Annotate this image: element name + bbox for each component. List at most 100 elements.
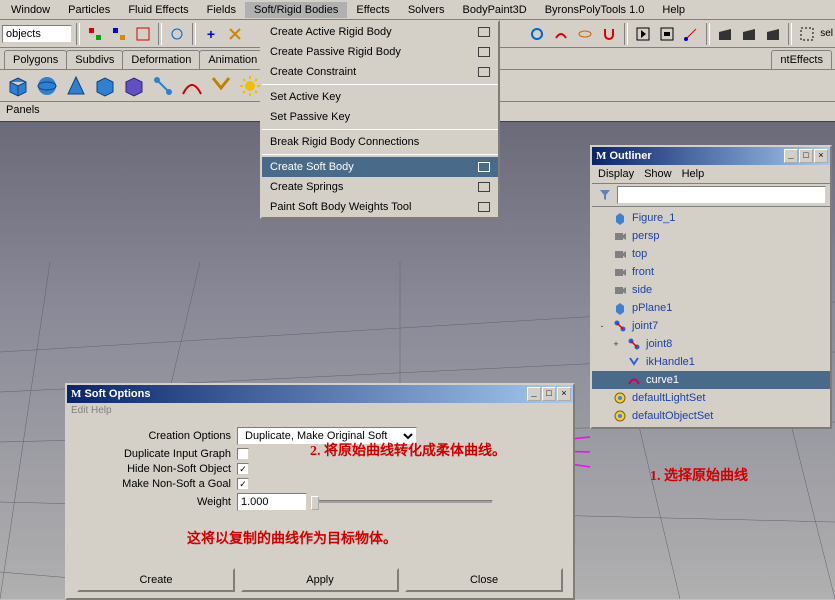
menu-fields[interactable]: Fields bbox=[198, 2, 245, 18]
option-box-icon[interactable] bbox=[478, 47, 490, 57]
tool-icon[interactable] bbox=[574, 23, 596, 45]
clapper-icon[interactable] bbox=[714, 23, 736, 45]
tool-icon[interactable] bbox=[132, 23, 154, 45]
soft-options-titlebar[interactable]: M Soft Options _ □ × bbox=[67, 385, 573, 403]
outliner-node-curve1[interactable]: curve1 bbox=[592, 371, 830, 389]
tool-icon[interactable] bbox=[108, 23, 130, 45]
panels-label[interactable]: Panels bbox=[6, 104, 40, 116]
menu-help[interactable]: Help bbox=[653, 2, 694, 18]
outliner-node-defaultobjectset[interactable]: defaultObjectSet bbox=[592, 407, 830, 425]
tab-polygons[interactable]: Polygons bbox=[4, 50, 67, 69]
menu-softrigidbodies[interactable]: Soft/Rigid Bodies bbox=[245, 2, 347, 18]
shelf-sphere-icon[interactable] bbox=[33, 72, 61, 100]
checkbox-hide-non-soft-object[interactable]: ✓ bbox=[237, 463, 249, 475]
tool-icon[interactable] bbox=[166, 23, 188, 45]
outliner-node-figure_1[interactable]: Figure_1 bbox=[592, 209, 830, 227]
close-icon[interactable]: × bbox=[557, 387, 571, 401]
menu-fluideffects[interactable]: Fluid Effects bbox=[119, 2, 197, 18]
menu-item-create-active-rigid-body[interactable]: Create Active Rigid Body bbox=[262, 22, 498, 42]
create-button[interactable]: Create bbox=[77, 568, 235, 592]
minimize-icon[interactable]: _ bbox=[527, 387, 541, 401]
magnet-icon[interactable] bbox=[598, 23, 620, 45]
expand-icon[interactable]: - bbox=[596, 321, 608, 331]
filter-icon[interactable] bbox=[596, 186, 614, 204]
option-box-icon[interactable] bbox=[478, 182, 490, 192]
shelf-cone-icon[interactable] bbox=[62, 72, 90, 100]
tool-icon[interactable] bbox=[224, 23, 246, 45]
option-box-icon[interactable] bbox=[478, 162, 490, 172]
soft-rigid-bodies-menu: Create Active Rigid BodyCreate Passive R… bbox=[260, 20, 500, 219]
tool-icon[interactable] bbox=[656, 23, 678, 45]
menu-particles[interactable]: Particles bbox=[59, 2, 119, 18]
weight-input[interactable] bbox=[237, 493, 307, 511]
soft-options-menu[interactable]: Edit Help bbox=[67, 403, 573, 418]
outliner-node-pplane1[interactable]: pPlane1 bbox=[592, 299, 830, 317]
select-icon[interactable] bbox=[796, 23, 818, 45]
menu-item-paint-soft-body-weights-tool[interactable]: Paint Soft Body Weights Tool bbox=[262, 197, 498, 217]
plus-icon[interactable]: + bbox=[200, 23, 222, 45]
menu-item-create-springs[interactable]: Create Springs bbox=[262, 177, 498, 197]
menu-bodypaintd[interactable]: BodyPaint3D bbox=[454, 2, 536, 18]
menu-effects[interactable]: Effects bbox=[347, 2, 398, 18]
outliner-menu-help[interactable]: Help bbox=[682, 168, 705, 180]
checkbox-duplicate-input-graph[interactable] bbox=[237, 448, 249, 460]
weight-slider[interactable] bbox=[313, 500, 493, 504]
menu-item-create-soft-body[interactable]: Create Soft Body bbox=[262, 157, 498, 177]
option-box-icon[interactable] bbox=[478, 27, 490, 37]
outliner-node-front[interactable]: front bbox=[592, 263, 830, 281]
outliner-node-joint8[interactable]: +joint8 bbox=[592, 335, 830, 353]
menu-item-set-active-key[interactable]: Set Active Key bbox=[262, 87, 498, 107]
soft-options-window: M Soft Options _ □ × Edit Help Creation … bbox=[65, 383, 575, 600]
shelf-curve-icon[interactable] bbox=[178, 72, 206, 100]
tab-animation[interactable]: Animation bbox=[199, 50, 266, 69]
menu-item-set-passive-key[interactable]: Set Passive Key bbox=[262, 107, 498, 127]
menu-solvers[interactable]: Solvers bbox=[399, 2, 454, 18]
node-label: defaultLightSet bbox=[632, 392, 705, 404]
expand-icon[interactable]: + bbox=[610, 339, 622, 349]
outliner-node-ikhandle1[interactable]: ikHandle1 bbox=[592, 353, 830, 371]
outliner-menu-display[interactable]: Display bbox=[598, 168, 634, 180]
outliner-titlebar[interactable]: M Outliner _ □ × bbox=[592, 147, 830, 165]
apply-button[interactable]: Apply bbox=[241, 568, 399, 592]
minimize-icon[interactable]: _ bbox=[784, 149, 798, 163]
outliner-node-top[interactable]: top bbox=[592, 245, 830, 263]
tab-nteffects[interactable]: ntEffects bbox=[771, 50, 832, 69]
menu-byronspolytools[interactable]: ByronsPolyTools 1.0 bbox=[536, 2, 654, 18]
outliner-node-defaultlightset[interactable]: defaultLightSet bbox=[592, 389, 830, 407]
outliner-node-side[interactable]: side bbox=[592, 281, 830, 299]
shelf-cube3-icon[interactable] bbox=[120, 72, 148, 100]
clapper-icon[interactable] bbox=[738, 23, 760, 45]
sel-label: sel bbox=[820, 28, 833, 39]
outliner-node-joint7[interactable]: -joint7 bbox=[592, 317, 830, 335]
shelf-ik-icon[interactable] bbox=[207, 72, 235, 100]
option-box-icon[interactable] bbox=[478, 67, 490, 77]
maximize-icon[interactable]: □ bbox=[542, 387, 556, 401]
menu-item-break-rigid-body-connections[interactable]: Break Rigid Body Connections bbox=[262, 132, 498, 152]
tab-subdivs[interactable]: Subdivs bbox=[66, 50, 123, 69]
option-box-icon[interactable] bbox=[478, 202, 490, 212]
close-button[interactable]: Close bbox=[405, 568, 563, 592]
menu-item-create-constraint[interactable]: Create Constraint bbox=[262, 62, 498, 82]
menu-window[interactable]: Window bbox=[2, 2, 59, 18]
close-icon[interactable]: × bbox=[814, 149, 828, 163]
outliner-node-persp[interactable]: persp bbox=[592, 227, 830, 245]
tool-icon[interactable] bbox=[632, 23, 654, 45]
selection-field[interactable] bbox=[2, 25, 72, 43]
outliner-search-input[interactable] bbox=[617, 186, 826, 204]
node-label: top bbox=[632, 248, 647, 260]
tool-icon[interactable] bbox=[550, 23, 572, 45]
tool-icon[interactable] bbox=[84, 23, 106, 45]
clapper-icon[interactable] bbox=[762, 23, 784, 45]
shelf-cube2-icon[interactable] bbox=[91, 72, 119, 100]
shelf-cube-icon[interactable] bbox=[4, 72, 32, 100]
annotation-1: 1. 选择原始曲线 bbox=[650, 465, 748, 485]
shelf-joint-icon[interactable] bbox=[149, 72, 177, 100]
outliner-menubar: Display Show Help bbox=[592, 165, 830, 184]
menu-item-create-passive-rigid-body[interactable]: Create Passive Rigid Body bbox=[262, 42, 498, 62]
tool-icon[interactable] bbox=[680, 23, 702, 45]
tab-deformation[interactable]: Deformation bbox=[122, 50, 200, 69]
maximize-icon[interactable]: □ bbox=[799, 149, 813, 163]
checkbox-make-non-soft-a-goal[interactable]: ✓ bbox=[237, 478, 249, 490]
tool-icon[interactable] bbox=[526, 23, 548, 45]
outliner-menu-show[interactable]: Show bbox=[644, 168, 672, 180]
